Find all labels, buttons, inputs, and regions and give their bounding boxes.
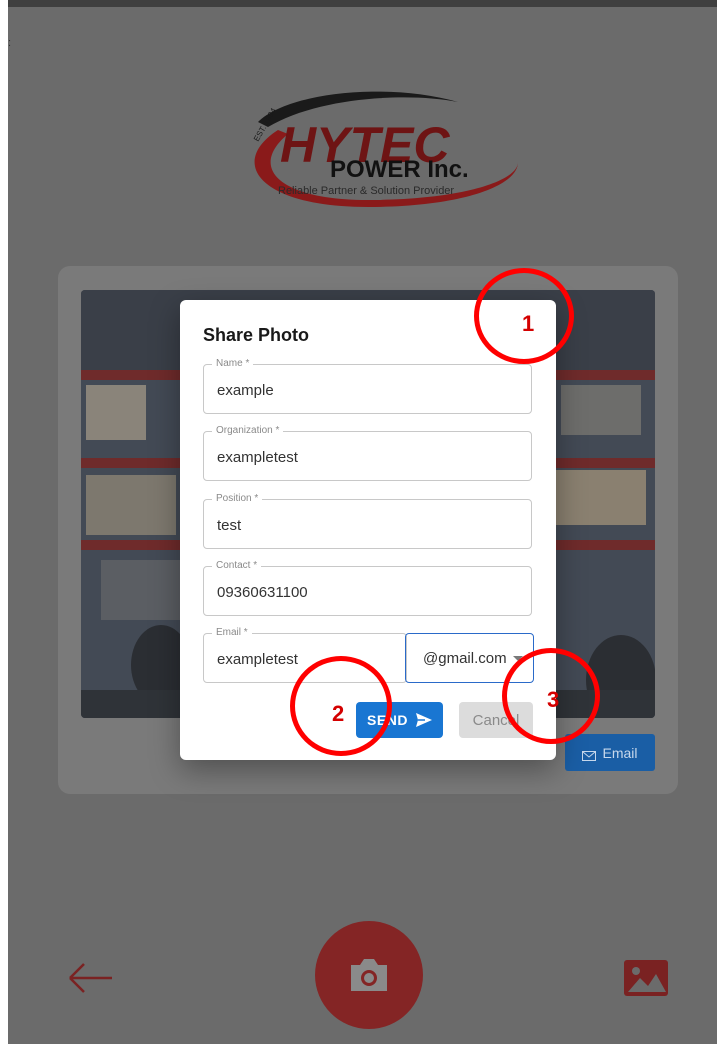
logo-tagline: Reliable Partner & Solution Provider xyxy=(278,185,454,197)
image-icon[interactable] xyxy=(622,958,670,998)
name-input[interactable]: example xyxy=(217,365,517,413)
email-button[interactable]: Email xyxy=(565,734,655,771)
annotation-number: 3 xyxy=(547,687,560,712)
contact-input[interactable]: 09360631100 xyxy=(217,567,517,615)
contact-field[interactable]: Contact * 09360631100 xyxy=(203,560,532,616)
email-button-label: Email xyxy=(602,744,638,761)
annotation-marker-1: 1 xyxy=(474,268,574,364)
mail-icon xyxy=(582,748,597,761)
annotation-marker-2: 2 xyxy=(290,656,392,756)
dialog-title: Share Photo xyxy=(203,325,310,345)
position-field[interactable]: Position * test xyxy=(203,493,532,549)
camera-icon xyxy=(351,959,387,991)
top-bar xyxy=(8,0,717,7)
edge-mark: : xyxy=(8,37,12,49)
annotation-number: 1 xyxy=(522,311,535,336)
position-input[interactable]: test xyxy=(217,500,517,548)
email-domain-value: @gmail.com xyxy=(423,650,507,667)
logo-sub-text: POWER Inc. xyxy=(330,156,469,183)
send-icon xyxy=(415,713,432,727)
organization-field[interactable]: Organization * exampletest xyxy=(203,425,532,481)
annotation-number: 2 xyxy=(332,701,345,726)
name-field[interactable]: Name * example xyxy=(203,358,532,414)
organization-input[interactable]: exampletest xyxy=(217,432,517,480)
company-logo: HYTEC POWER Inc. Reliable Partner & Solu… xyxy=(218,82,528,222)
arrow-left-icon[interactable] xyxy=(66,960,116,996)
annotation-marker-3: 3 xyxy=(502,648,600,744)
capture-button[interactable] xyxy=(315,921,423,1029)
